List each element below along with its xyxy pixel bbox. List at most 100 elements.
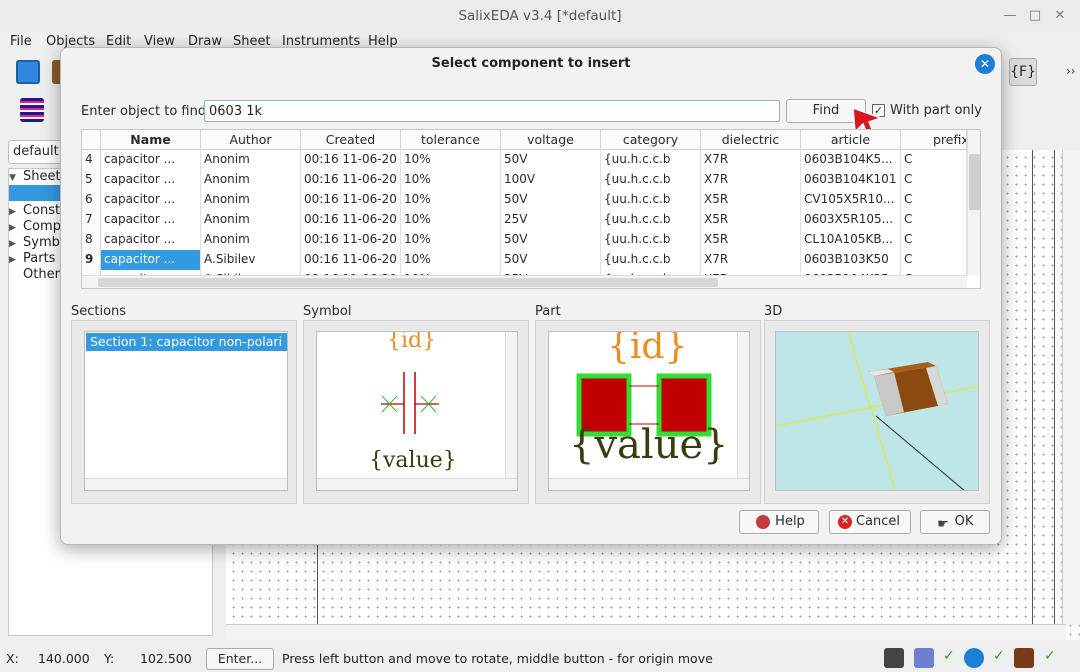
table-cell[interactable]: 10% (401, 190, 501, 210)
column-header-tolerance[interactable]: tolerance (401, 130, 501, 150)
table-cell[interactable]: 00:16 11-06-20 (301, 170, 401, 190)
canvas-horizontal-scrollbar[interactable] (226, 624, 1066, 640)
column-header-category[interactable]: category (601, 130, 701, 150)
table-cell[interactable]: 00:16 11-06-20 (301, 210, 401, 230)
table-cell[interactable]: X5R (701, 210, 801, 230)
table-cell[interactable]: Anonim (201, 170, 301, 190)
table-cell[interactable]: 10% (401, 150, 501, 170)
help-button[interactable]: Help (739, 510, 819, 534)
table-cell[interactable]: 10% (401, 250, 501, 270)
table-cell[interactable]: 00:16 11-06-20 (301, 230, 401, 250)
table-cell[interactable]: 50V (501, 230, 601, 250)
table-cell[interactable]: 50V (501, 190, 601, 210)
expand-right-icon[interactable]: ▶ (9, 223, 23, 233)
column-header-name[interactable]: Name (101, 130, 201, 150)
table-cell[interactable]: X5R (701, 230, 801, 250)
column-header-prefix[interactable]: prefix (901, 130, 967, 150)
column-header-voltage[interactable]: voltage (501, 130, 601, 150)
sheet-combo[interactable]: default (8, 140, 64, 164)
table-cell[interactable]: capacitor ... (101, 170, 201, 190)
table-cell[interactable]: capacitor ... (101, 250, 201, 270)
table-cell[interactable]: capacitor ... (101, 230, 201, 250)
table-cell[interactable]: C (901, 210, 967, 230)
table-cell[interactable]: capacitor ... (101, 210, 201, 230)
table-cell[interactable]: 0603B104K101 (801, 170, 901, 190)
symbol-horizontal-scrollbar[interactable] (317, 478, 517, 490)
minimize-icon[interactable]: — (1000, 6, 1020, 26)
column-header-article[interactable]: article (801, 130, 901, 150)
table-cell[interactable]: 0603X5R105... (801, 210, 901, 230)
table-cell[interactable]: C (901, 190, 967, 210)
column-header-author[interactable]: Author (201, 130, 301, 150)
table-cell[interactable]: CL10A105KB... (801, 230, 901, 250)
table-cell[interactable]: CV105X5R10... (801, 190, 901, 210)
expand-right-icon[interactable]: ▶ (9, 207, 23, 217)
close-icon[interactable]: ✕ (975, 54, 995, 74)
table-cell[interactable]: {uu.h.c.c.b (601, 210, 701, 230)
table-cell[interactable]: 00:16 11-06-20 (301, 190, 401, 210)
table-cell[interactable]: {uu.h.c.c.b (601, 170, 701, 190)
table-cell[interactable]: 0603B103K50 (801, 250, 901, 270)
scrollbar-thumb[interactable] (98, 278, 718, 287)
close-icon[interactable]: ✕ (1050, 6, 1070, 26)
table-cell[interactable]: X7R (701, 170, 801, 190)
row-number[interactable]: 5 (82, 170, 101, 190)
ok-button[interactable]: ☛ OK (920, 510, 990, 534)
table-cell[interactable]: Anonim (201, 190, 301, 210)
table-cell[interactable]: 10% (401, 170, 501, 190)
menu-file[interactable]: File (10, 34, 32, 49)
part-horizontal-scrollbar[interactable] (549, 478, 749, 490)
table-cell[interactable]: 50V (501, 150, 601, 170)
column-header-dielectric[interactable]: dielectric (701, 130, 801, 150)
sections-horizontal-scrollbar[interactable] (85, 478, 287, 490)
globe-icon[interactable] (914, 648, 934, 668)
table-cell[interactable]: {uu.h.c.c.b (601, 230, 701, 250)
cancel-button[interactable]: ✕ Cancel (829, 510, 911, 534)
table-cell[interactable]: capacitor ... (101, 190, 201, 210)
function-icon[interactable]: {F} (1009, 58, 1037, 86)
tree-item-other[interactable]: Other (23, 267, 60, 283)
table-cell[interactable]: 25V (501, 210, 601, 230)
clapper-icon[interactable] (884, 648, 904, 668)
enter-coordinates-button[interactable]: Enter... (206, 648, 274, 670)
column-header-created[interactable]: Created (301, 130, 401, 150)
table-cell[interactable]: C (901, 250, 967, 270)
table-cell[interactable]: X7R (701, 150, 801, 170)
find-input[interactable] (204, 100, 780, 122)
symbol-preview[interactable]: {id} {value} (316, 331, 518, 491)
books-icon[interactable] (1014, 648, 1034, 668)
table-cell[interactable]: Anonim (201, 210, 301, 230)
table-cell[interactable]: 00:16 11-06-20 (301, 150, 401, 170)
part-preview[interactable]: {id} {value} (548, 331, 750, 491)
row-number[interactable]: 9 (82, 250, 101, 270)
table-cell[interactable]: 100V (501, 170, 601, 190)
results-table[interactable]: Name Author Created tolerance voltage ca… (81, 129, 981, 289)
expand-right-icon[interactable]: ▶ (9, 255, 23, 265)
maximize-icon[interactable]: □ (1025, 6, 1045, 26)
symbol-vertical-scrollbar[interactable] (505, 332, 517, 478)
app-new-icon[interactable] (16, 60, 40, 84)
table-cell[interactable]: Anonim (201, 230, 301, 250)
row-number[interactable]: 8 (82, 230, 101, 250)
table-cell[interactable]: 00:16 11-06-20 (301, 250, 401, 270)
table-cell[interactable]: {uu.h.c.c.b (601, 150, 701, 170)
tree-item-sheets[interactable]: ▼ Sheets (9, 169, 67, 185)
table-cell[interactable]: C (901, 230, 967, 250)
table-cell[interactable]: C (901, 170, 967, 190)
table-cell[interactable]: X7R (701, 250, 801, 270)
tree-item-parts[interactable]: ▶ Parts (9, 251, 55, 267)
toolbar-overflow-icon[interactable]: ›› (1066, 64, 1076, 78)
table-cell[interactable]: 50V (501, 250, 601, 270)
row-number[interactable]: 6 (82, 190, 101, 210)
table-cell[interactable]: capacitor ... (101, 150, 201, 170)
scrollbar-thumb[interactable] (969, 154, 980, 210)
table-cell[interactable]: 0603B104K5... (801, 150, 901, 170)
table-cell[interactable]: Anonim (201, 150, 301, 170)
view3d-preview[interactable] (775, 331, 979, 491)
table-cell[interactable]: C (901, 150, 967, 170)
expand-down-icon[interactable]: ▼ (9, 173, 23, 183)
row-number[interactable]: 7 (82, 210, 101, 230)
expand-right-icon[interactable]: ▶ (9, 239, 23, 249)
table-cell[interactable]: {uu.h.c.c.b (601, 190, 701, 210)
table-cell[interactable]: {uu.h.c.c.b (601, 250, 701, 270)
